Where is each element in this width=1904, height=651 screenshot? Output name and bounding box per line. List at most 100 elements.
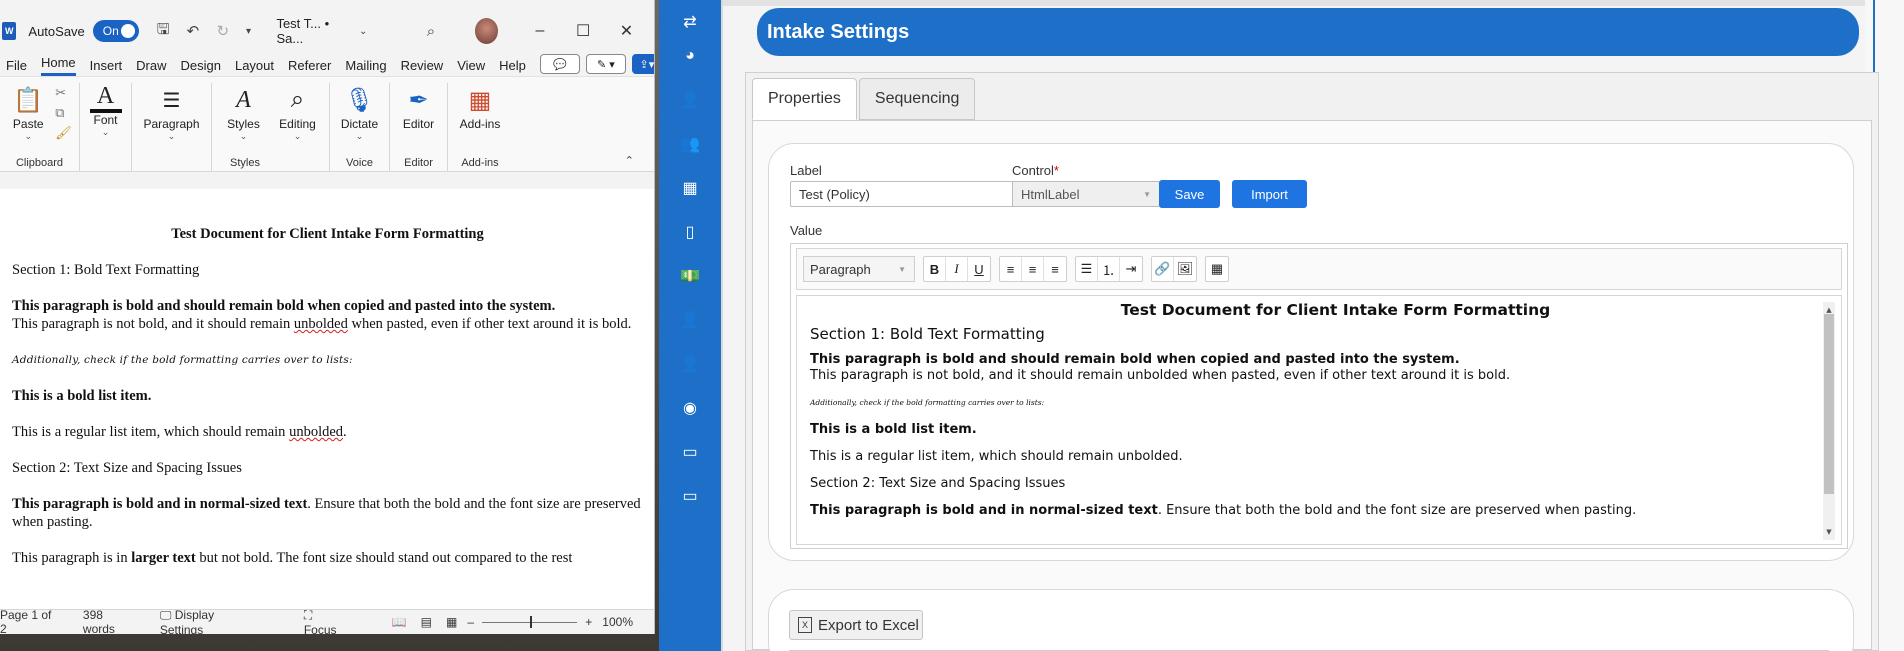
credit-card-icon[interactable]: ▭ <box>659 438 721 466</box>
contact-icon[interactable]: 👤 <box>659 350 721 378</box>
paragraph-label: Paragraph <box>143 117 200 131</box>
label-input[interactable]: Test (Policy) <box>790 181 1028 207</box>
word-count[interactable]: 398 words <box>83 608 138 634</box>
import-button[interactable]: Import <box>1232 180 1307 208</box>
align-center-icon[interactable]: ≡ <box>1022 257 1044 281</box>
calendar-icon[interactable]: ▦ <box>659 174 721 202</box>
print-layout-icon[interactable]: ▤ <box>421 615 432 629</box>
bullet-list-icon[interactable]: ☰ <box>1076 257 1098 281</box>
minimize-icon[interactable]: – <box>518 22 561 40</box>
copy-icon[interactable]: ⧉ <box>55 105 72 121</box>
customize-qat-icon[interactable]: ▾ <box>239 20 259 42</box>
tab-insert[interactable]: Insert <box>90 58 123 76</box>
tab-draw[interactable]: Draw <box>136 58 166 76</box>
autosave-toggle[interactable]: On <box>92 20 140 42</box>
align-left-icon[interactable]: ≡ <box>1000 257 1022 281</box>
content-regular-list: This is a regular list item, which shoul… <box>810 449 1183 464</box>
editor-content[interactable]: Test Document for Client Intake Form For… <box>796 295 1842 545</box>
redo-icon[interactable]: ↻ <box>213 20 233 42</box>
zoom-slider[interactable] <box>482 615 578 628</box>
styles-group: A Styles ⌄ ⌕ Editing ⌄ Styles <box>212 83 330 171</box>
styles-icon: A <box>236 86 251 113</box>
page-count[interactable]: Page 1 of 2 <box>0 608 61 634</box>
comments-icon[interactable]: 💬 <box>539 54 580 74</box>
zoom-thumb[interactable] <box>530 615 533 628</box>
styles-button[interactable]: A Styles ⌄ <box>220 83 268 142</box>
tab-help[interactable]: Help <box>499 58 526 76</box>
content-title: Test Document for Client Intake Form For… <box>1120 301 1551 319</box>
user-icon[interactable]: 👤 <box>659 86 721 114</box>
tab-view[interactable]: View <box>457 58 485 76</box>
editor-scrollbar[interactable]: ▲ ▼ <box>1823 302 1835 540</box>
paragraph-button[interactable]: ☰ Paragraph ⌄ <box>137 83 207 142</box>
tab-layout[interactable]: Layout <box>235 58 274 76</box>
swap-icon[interactable]: ⇄ <box>659 8 721 36</box>
scroll-down-icon[interactable]: ▼ <box>1824 524 1834 540</box>
italic-icon[interactable]: I <box>946 257 968 281</box>
link-icon[interactable]: 🔗 <box>1152 257 1174 281</box>
editor-scroll-thumb[interactable] <box>1824 314 1834 494</box>
table-icon[interactable]: ▦ <box>1206 257 1228 281</box>
addins-group-label: Add-ins <box>461 157 499 169</box>
align-right-icon[interactable]: ≡ <box>1044 257 1066 281</box>
export-excel-button[interactable]: X Export to Excel <box>789 610 923 640</box>
undo-icon[interactable]: ↶ <box>183 20 203 42</box>
underline-icon[interactable]: U <box>968 257 990 281</box>
paste-button[interactable]: 📋 Paste ⌄ <box>7 83 49 142</box>
editing-mode-icon[interactable]: ✎ ▾ <box>585 54 626 74</box>
dictate-button[interactable]: 🎙 Dictate ⌄ <box>336 83 384 142</box>
maximize-icon[interactable]: ☐ <box>562 21 605 41</box>
word-logo-icon: W <box>2 22 17 40</box>
display-settings[interactable]: 🖵 Display Settings <box>160 608 282 635</box>
zoom-out-icon[interactable]: – <box>467 615 474 629</box>
save-button[interactable]: Save <box>1159 180 1220 208</box>
addins-button[interactable]: ▦ Add-ins <box>450 83 510 132</box>
format-painter-icon[interactable]: 🖌 <box>55 125 72 141</box>
focus-mode[interactable]: ⛶ Focus <box>304 608 370 635</box>
tab-mailings[interactable]: Mailing <box>345 58 386 76</box>
read-mode-icon[interactable]: 📖 <box>392 615 407 629</box>
users-icon[interactable]: 👥 <box>659 130 721 158</box>
control-select[interactable]: HtmlLabel ▼ <box>1012 181 1160 207</box>
web-layout-icon[interactable]: ▦ <box>446 615 457 629</box>
tab-review[interactable]: Review <box>401 58 444 76</box>
tab-references[interactable]: Referer <box>288 58 331 76</box>
tab-home[interactable]: Home <box>40 55 76 76</box>
document-page[interactable]: Test Document for Client Intake Form For… <box>0 189 654 609</box>
word-statusbar: Page 1 of 2 398 words 🖵 Display Settings… <box>0 608 654 635</box>
save-icon[interactable]: 🖫 <box>153 20 173 42</box>
money-icon[interactable]: 💵 <box>659 262 721 290</box>
search-icon[interactable]: ⌕ <box>421 20 441 42</box>
zoom-in-icon[interactable]: + <box>585 615 592 629</box>
account-circle-icon[interactable]: ◉ <box>659 394 721 422</box>
bold-icon[interactable]: B <box>924 257 946 281</box>
billing-icon[interactable]: ▭ <box>659 482 721 510</box>
doc-title-chevron-icon[interactable]: ⌄ <box>353 20 373 42</box>
indent-icon[interactable]: ⇥ <box>1120 257 1142 281</box>
font-button[interactable]: A Font ⌄ <box>82 83 130 138</box>
document-icon[interactable]: ▯ <box>659 218 721 246</box>
paragraph-icon: ☰ <box>162 89 181 112</box>
collapse-ribbon-icon[interactable]: ⌃ <box>625 154 634 167</box>
voice-body: 🎙 Dictate ⌄ <box>336 83 384 151</box>
dashboard-icon[interactable]: ◕ <box>659 42 721 70</box>
zoom-level[interactable]: 100% <box>602 615 633 629</box>
avatar[interactable] <box>474 18 499 44</box>
share-icon[interactable]: ⇪▾ <box>631 54 654 74</box>
image-icon[interactable]: 🖼 <box>1174 257 1196 281</box>
tab-sequencing[interactable]: Sequencing <box>858 78 976 120</box>
tab-file[interactable]: File <box>6 58 27 76</box>
close-icon[interactable]: ✕ <box>605 21 648 41</box>
content-script-line: Additionally, check if the bold formatti… <box>810 398 1045 407</box>
editing-button[interactable]: ⌕ Editing ⌄ <box>274 83 322 142</box>
person-icon[interactable]: 👤 <box>659 306 721 334</box>
numbered-list-icon[interactable]: ⒈ <box>1098 257 1120 281</box>
tab-properties[interactable]: Properties <box>752 78 857 120</box>
document-title[interactable]: Test T... • Sa... <box>276 16 351 46</box>
cut-icon[interactable]: ✂ <box>55 85 72 101</box>
editor-button[interactable]: ✒ Editor <box>395 83 443 132</box>
font-body: A Font ⌄ <box>82 83 130 151</box>
tab-body: Label Test (Policy) Control* HtmlLabel ▼ … <box>752 120 1872 651</box>
tab-design[interactable]: Design <box>181 58 221 76</box>
block-format-select[interactable]: Paragraph ▼ <box>803 256 915 282</box>
